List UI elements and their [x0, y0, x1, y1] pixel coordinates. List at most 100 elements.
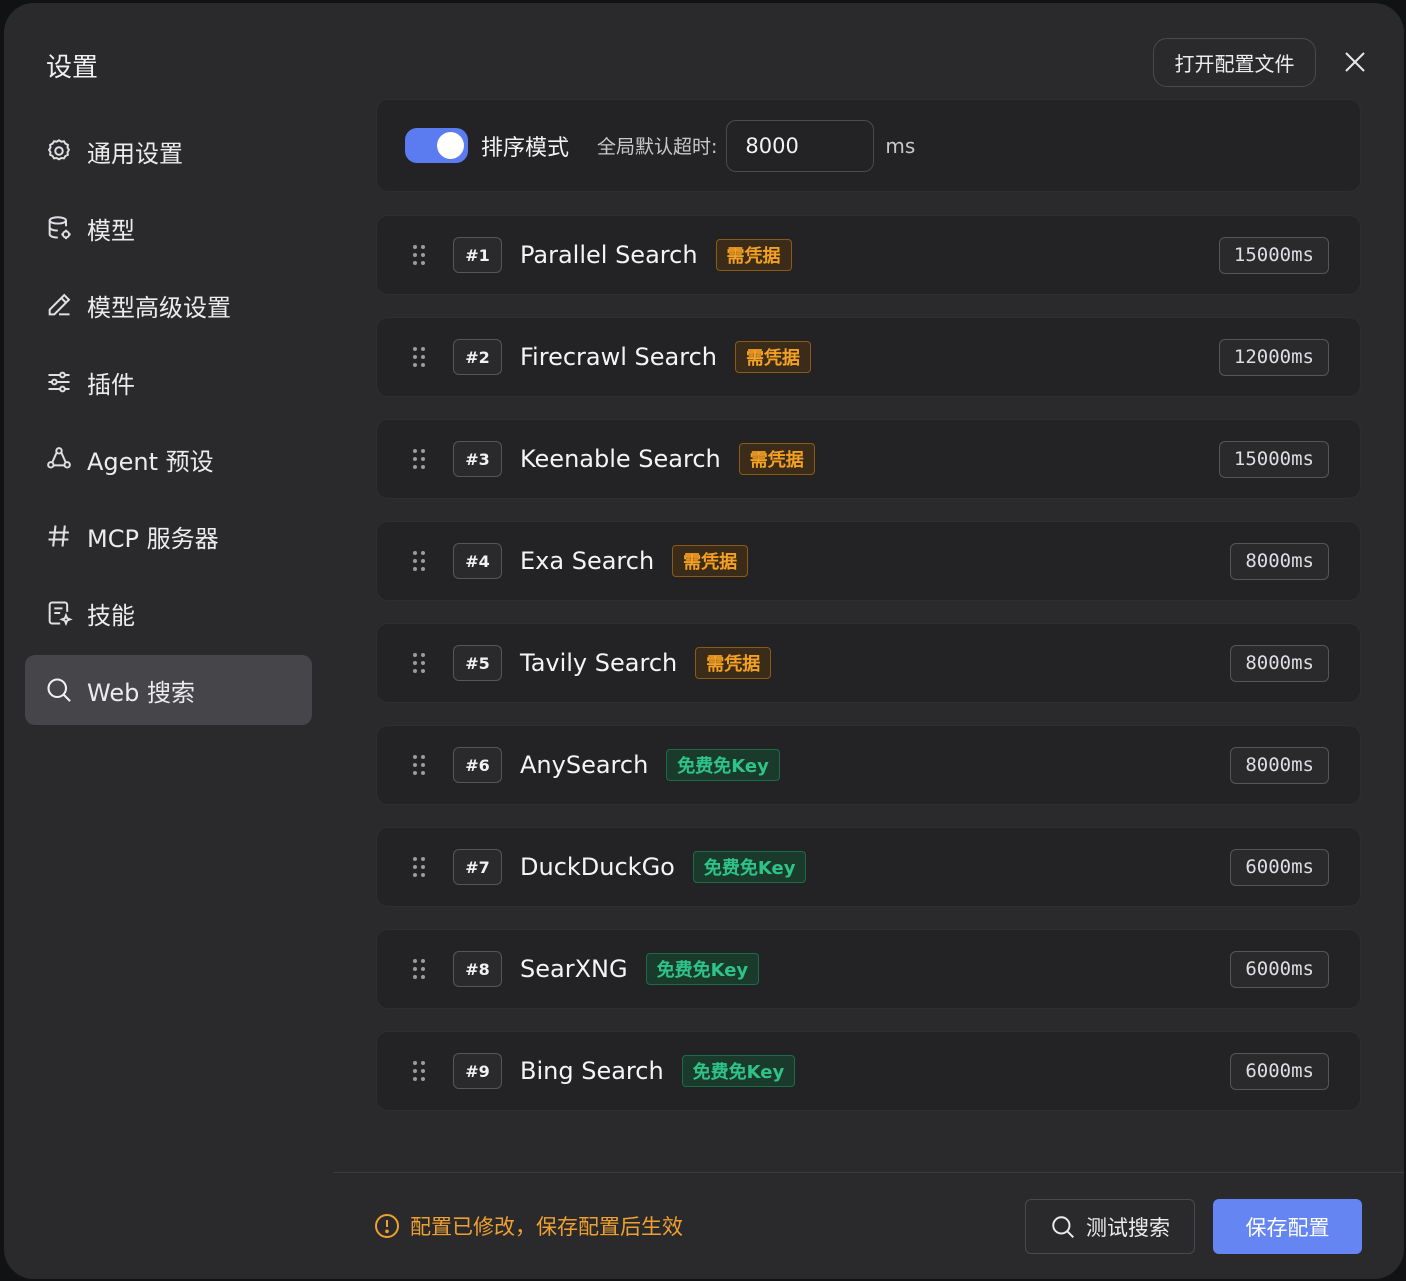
provider-name: DuckDuckGo [520, 853, 675, 881]
provider-rank: #8 [453, 951, 502, 987]
drag-handle-icon[interactable] [411, 856, 427, 878]
status-badge: 需凭据 [734, 341, 811, 373]
provider-name: Bing Search [520, 1057, 664, 1085]
sliders-icon [45, 368, 73, 396]
provider-timeout[interactable]: 6000ms [1230, 1052, 1329, 1090]
sidebar-item-label: MCP 服务器 [87, 524, 219, 553]
search-icon [1052, 1215, 1074, 1238]
provider-timeout[interactable]: 15000ms [1218, 440, 1329, 478]
status-badge: 需凭据 [715, 239, 792, 271]
status-badge: 免费免Key [692, 851, 807, 883]
agent-icon [45, 445, 73, 473]
skill-icon [45, 599, 73, 627]
provider-name: Tavily Search [520, 649, 678, 677]
sidebar-item-label: Agent 预设 [87, 447, 214, 476]
sidebar-item-label: 插件 [87, 370, 135, 399]
provider-row[interactable]: #9 Bing Search 免费免Key 6000ms [376, 1031, 1361, 1111]
sidebar-item-model-advanced[interactable]: 模型高级设置 [25, 270, 312, 340]
drag-handle-icon[interactable] [411, 1060, 427, 1082]
provider-rank: #7 [453, 849, 502, 885]
provider-rank: #6 [453, 747, 502, 783]
drag-handle-icon[interactable] [411, 244, 427, 266]
provider-rank: #5 [453, 645, 502, 681]
provider-rank: #3 [453, 441, 502, 477]
provider-timeout[interactable]: 6000ms [1230, 950, 1329, 988]
drag-handle-icon[interactable] [411, 652, 427, 674]
sidebar-item-web-search[interactable]: Web 搜索 [25, 655, 312, 725]
global-settings-panel: 排序模式 全局默认超时: ms [376, 99, 1361, 192]
provider-name: Firecrawl Search [520, 343, 717, 371]
provider-name: SearXNG [520, 955, 628, 983]
drag-handle-icon[interactable] [411, 448, 427, 470]
sidebar-item-model[interactable]: 模型 [25, 193, 312, 263]
status-badge: 需凭据 [738, 443, 815, 475]
provider-name: AnySearch [520, 751, 649, 779]
timeout-label: 全局默认超时: [597, 136, 718, 158]
provider-timeout[interactable]: 15000ms [1218, 236, 1329, 274]
database-icon [45, 214, 73, 242]
drag-handle-icon[interactable] [411, 958, 427, 980]
sidebar-item-label: 模型高级设置 [87, 293, 231, 322]
provider-rank: #1 [453, 237, 502, 273]
provider-row[interactable]: #6 AnySearch 免费免Key 8000ms [376, 725, 1361, 805]
sidebar-item-label: 通用设置 [87, 139, 183, 168]
sidebar-item-label: 模型 [87, 216, 135, 245]
provider-name: Keenable Search [520, 445, 721, 473]
timeout-unit: ms [885, 133, 916, 158]
drag-handle-icon[interactable] [411, 754, 427, 776]
provider-timeout[interactable]: 8000ms [1230, 542, 1329, 580]
sidebar-item-agent-preset[interactable]: Agent 预设 [25, 424, 312, 494]
sidebar-nav: 通用设置 模型 模型高级设置 插件 Agent 预设 MCP 服务器 技能 We… [25, 116, 312, 732]
provider-rank: #4 [453, 543, 502, 579]
page-title: 设置 [46, 53, 99, 83]
provider-timeout[interactable]: 12000ms [1218, 338, 1329, 376]
sidebar-item-mcp[interactable]: MCP 服务器 [25, 501, 312, 571]
toggle-knob [437, 132, 464, 159]
provider-timeout[interactable]: 8000ms [1230, 644, 1329, 682]
provider-timeout[interactable]: 6000ms [1230, 848, 1329, 886]
provider-row[interactable]: #4 Exa Search 需凭据 8000ms [376, 521, 1361, 601]
settings-window: 设置 通用设置 模型 模型高级设置 插件 Agent 预设 MCP 服务器 技能… [4, 3, 1404, 1279]
timeout-input[interactable] [726, 119, 875, 172]
open-config-button[interactable]: 打开配置文件 [1153, 38, 1316, 87]
provider-rank: #9 [453, 1053, 502, 1089]
provider-name: Parallel Search [520, 241, 698, 269]
close-icon [1345, 52, 1365, 72]
provider-row[interactable]: #5 Tavily Search 需凭据 8000ms [376, 623, 1361, 703]
sort-mode-toggle[interactable] [405, 128, 468, 163]
provider-row[interactable]: #1 Parallel Search 需凭据 15000ms [376, 215, 1361, 295]
provider-name: Exa Search [520, 547, 655, 575]
provider-row[interactable]: #7 DuckDuckGo 免费免Key 6000ms [376, 827, 1361, 907]
status-badge: 免费免Key [645, 953, 760, 985]
provider-rank: #2 [453, 339, 502, 375]
status-badge: 免费免Key [666, 749, 780, 781]
hash-icon [45, 522, 73, 550]
close-button[interactable] [1338, 45, 1372, 79]
pencil-icon [45, 291, 73, 319]
provider-row[interactable]: #3 Keenable Search 需凭据 15000ms [376, 419, 1361, 499]
sidebar-item-plugins[interactable]: 插件 [25, 347, 312, 417]
status-badge: 需凭据 [695, 647, 772, 679]
provider-row[interactable]: #8 SearXNG 免费免Key 6000ms [376, 929, 1361, 1009]
footer-divider [333, 1172, 1404, 1173]
gear-icon [45, 137, 73, 165]
sidebar-item-skills[interactable]: 技能 [25, 578, 312, 648]
sidebar-item-general[interactable]: 通用设置 [25, 116, 312, 186]
provider-timeout[interactable]: 8000ms [1230, 746, 1329, 784]
save-config-button[interactable]: 保存配置 [1213, 1199, 1362, 1254]
status-badge: 需凭据 [672, 545, 749, 577]
sidebar: 设置 通用设置 模型 模型高级设置 插件 Agent 预设 MCP 服务器 技能… [4, 3, 336, 1279]
provider-row[interactable]: #2 Firecrawl Search 需凭据 12000ms [376, 317, 1361, 397]
test-search-button[interactable]: 测试搜索 [1025, 1199, 1195, 1254]
drag-handle-icon[interactable] [411, 550, 427, 572]
sidebar-item-label: 技能 [87, 601, 135, 630]
sort-mode-label: 排序模式 [481, 135, 570, 161]
notice-text: 配置已修改，保存配置后生效 [410, 1215, 683, 1239]
drag-handle-icon[interactable] [411, 346, 427, 368]
status-badge: 免费免Key [681, 1055, 796, 1087]
search-icon [45, 676, 73, 704]
unsaved-notice: 配置已修改，保存配置后生效 [374, 1211, 683, 1241]
warning-icon [375, 1214, 399, 1238]
sidebar-item-label: Web 搜索 [87, 678, 195, 707]
test-search-label: 测试搜索 [1086, 1215, 1170, 1240]
